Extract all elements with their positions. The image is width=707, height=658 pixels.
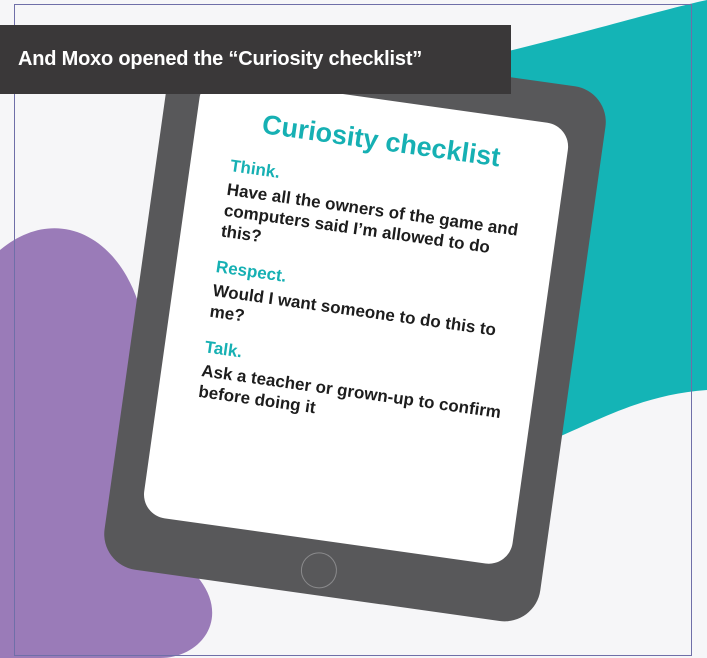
tablet-screen: Curiosity checklist Think. Have all the … — [140, 74, 572, 567]
caption-banner: And Moxo opened the “Curiosity checklist… — [0, 25, 511, 94]
illustration-panel: Curiosity checklist Think. Have all the … — [0, 0, 707, 658]
tablet-home-button — [298, 550, 340, 591]
tablet: Curiosity checklist Think. Have all the … — [99, 30, 611, 626]
